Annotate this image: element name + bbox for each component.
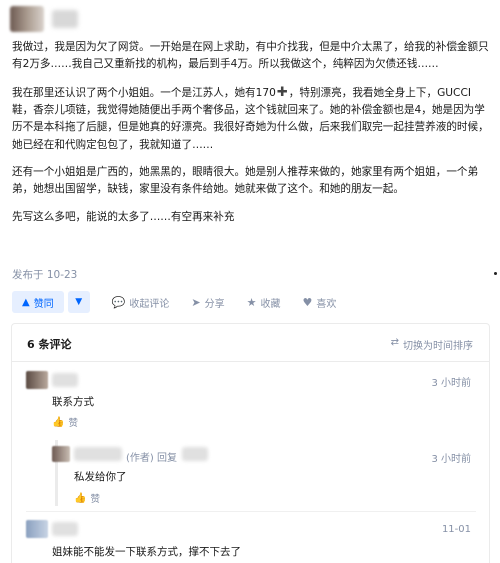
comment-time: 11-01 [441,524,471,535]
swap-icon: ⇄ [390,337,399,348]
upvote-button[interactable]: ▲ 赞同 [12,291,64,313]
commenter-avatar[interactable] [26,371,48,389]
commenter-name[interactable] [52,522,78,536]
star-icon: ★ [246,295,257,309]
heart-icon: ♥ [302,295,313,309]
comments-header: 6 条评论 ⇄ 切换为时间排序 [12,324,489,362]
collapse-comments-label: 收起评论 [129,298,170,310]
comment-time: 3 小时前 [431,378,471,389]
thumb-up-icon: 👍 [52,416,65,428]
comment-divider [26,511,476,512]
comment-icon: 💬 [111,295,126,309]
favorite-label: 收藏 [260,298,281,310]
answer-paragraph: 我在那里还认识了两个小姐姐。一个是江苏人，她有170✚，特别漂亮，我看她全身上下… [12,84,490,155]
publish-time: 发布于 10-23 [12,269,78,281]
plus-icon: ✚ [276,84,288,100]
comment-like-button[interactable]: 👍 赞 [74,491,100,506]
commenter-name[interactable] [52,373,78,387]
reply-target-name[interactable] [182,447,208,461]
answer-author[interactable] [10,6,78,32]
downvote-button[interactable]: ▼ [67,291,90,313]
share-icon: ➤ [191,295,201,309]
reply-meta: (作者) 回复 [126,453,177,464]
answer-paragraph: 我做过，我是因为欠了网贷。一开始是在网上求助，有中介找我，但是中介太黑了，给我的… [12,41,489,71]
collapse-comments-button[interactable]: 💬 收起评论 [112,295,170,310]
like-label: 喜欢 [316,298,337,310]
comment-like-button[interactable]: 👍 赞 [52,415,78,430]
favorite-button[interactable]: ★ 收藏 [247,295,281,310]
comments-panel: 6 条评论 ⇄ 切换为时间排序 3 小时前 联系方式 👍 赞 (作者) 回复 3… [11,323,490,563]
comment-time: 3 小时前 [431,454,471,465]
comment-text: 联系方式 [52,396,94,408]
commenter-avatar[interactable] [26,520,48,538]
reply-author-avatar[interactable] [52,446,70,462]
share-label: 分享 [204,298,225,310]
author-avatar[interactable] [10,6,44,32]
upvote-label: 赞同 [33,298,54,310]
reply-author-name[interactable] [74,447,122,461]
answer-paragraph-part: 我在那里还认识了两个小姐姐。一个是江苏人，她有170 [12,86,276,99]
comments-count: 6 条评论 [27,338,72,351]
sort-switch-label: 切换为时间排序 [403,341,473,352]
triangle-down-icon: ▼ [75,297,83,307]
author-name[interactable] [52,10,78,28]
answer-paragraph: 先写这么多吧，能说的太多了……有空再来补充 [12,210,235,223]
like-button[interactable]: ♥ 喜欢 [303,295,337,310]
sort-switch-button[interactable]: ⇄ 切换为时间排序 [391,337,473,352]
answer-content: 我做过，我是因为欠了网贷。一开始是在网上求助，有中介找我，但是中介太黑了，给我的… [12,39,490,236]
answer-paragraph: 还有一个小姐姐是广西的，她黑黑的，眼睛很大。她是别人推荐来做的，她家里有两个姐姐… [12,166,479,196]
comment-like-label: 赞 [68,418,78,429]
thumb-up-icon: 👍 [74,492,87,504]
comment-text: 姐妹能不能发一下联系方式，撑不下去了 [52,546,241,558]
action-bar: ▲ 赞同 ▼ 💬 收起评论 ➤ 分享 ★ 收藏 ♥ 喜欢 [12,291,336,313]
comment-like-label: 赞 [90,494,100,505]
comment-text: 私发给你了 [74,471,127,483]
more-dot-icon [494,272,497,275]
share-button[interactable]: ➤ 分享 [191,295,224,310]
triangle-up-icon: ▲ [22,296,30,308]
